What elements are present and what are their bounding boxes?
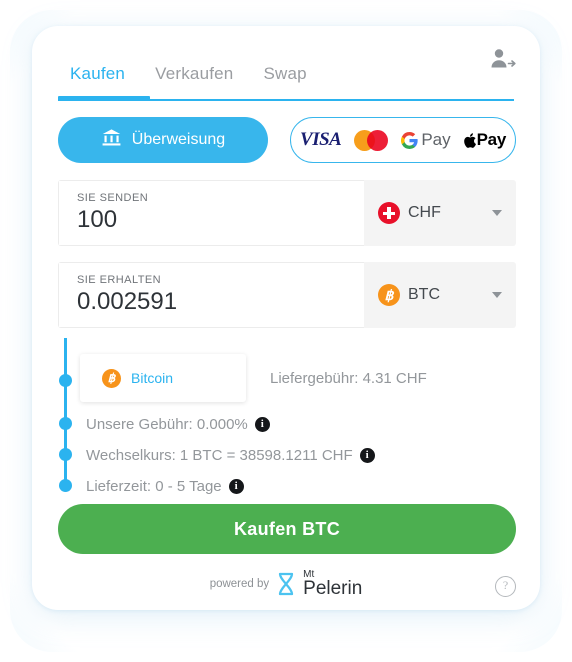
apple-pay-label: Pay	[476, 130, 507, 149]
transaction-details: ฿ Bitcoin Liefergebühr: 4.31 CHF Unsere …	[58, 338, 516, 495]
receive-amount-value[interactable]: 0.002591	[77, 288, 364, 316]
timeline-dot	[59, 374, 72, 387]
delivery-time-row: Lieferzeit: 0 - 5 Tage i	[86, 478, 244, 495]
payment-method-cards[interactable]: VISA Pay Pay	[290, 117, 516, 163]
bank-transfer-label: Überweisung	[131, 131, 226, 148]
timeline-dot	[59, 448, 72, 461]
payment-method-row: Überweisung VISA Pay Pay	[58, 116, 516, 164]
bank-icon	[101, 128, 122, 152]
receive-amount-label: SIE ERHALTEN	[77, 274, 162, 286]
bitcoin-icon: ฿	[378, 284, 400, 306]
chevron-down-icon[interactable]	[492, 292, 502, 298]
asset-network-label: Bitcoin	[131, 370, 174, 386]
bitcoin-icon: ฿	[102, 368, 121, 388]
powered-by-label: powered by	[209, 578, 270, 590]
info-icon[interactable]: i	[254, 417, 270, 432]
receive-amount-field: SIE ERHALTEN 0.002591 ฿ BTC	[58, 262, 516, 328]
mastercard-icon	[354, 129, 389, 151]
swiss-flag-icon	[378, 202, 400, 224]
tab-verkaufen[interactable]: Verkaufen	[143, 64, 245, 94]
send-currency-label: CHF	[408, 204, 441, 221]
help-icon[interactable]: ?	[495, 576, 516, 597]
send-amount-value[interactable]: 100	[77, 206, 364, 234]
google-pay-label: Pay	[421, 130, 451, 149]
our-fee-row: Unsere Gebühr: 0.000% i	[86, 416, 270, 433]
timeline-dot	[59, 417, 72, 430]
mt-pelerin-logo-icon	[276, 571, 296, 597]
apple-pay-icon: Pay	[463, 130, 507, 150]
asset-and-fee-row: ฿ Bitcoin Liefergebühr: 4.31 CHF	[80, 352, 516, 404]
exchange-rate-text: Wechselkurs: 1 BTC = 38598.1211 CHF	[86, 447, 353, 464]
info-icon[interactable]: i	[359, 448, 375, 463]
tab-swap[interactable]: Swap	[251, 64, 318, 94]
receive-currency-selector[interactable]: ฿ BTC	[364, 262, 516, 328]
asset-network-selector[interactable]: ฿ Bitcoin	[80, 354, 246, 402]
send-amount-input-wrap[interactable]: SIE SENDEN 100	[58, 180, 364, 246]
send-amount-field: SIE SENDEN 100 CHF	[58, 180, 516, 246]
info-icon[interactable]: i	[228, 479, 244, 494]
send-currency-selector[interactable]: CHF	[364, 180, 516, 246]
mt-pelerin-wordmark: Mt Pelerin	[303, 570, 363, 599]
timeline-dot	[59, 479, 72, 492]
footer: powered by Mt Pelerin ?	[32, 566, 540, 606]
exchange-widget-card: Kaufen Verkaufen Swap Überweisung VISA P…	[32, 26, 540, 610]
send-amount-label: SIE SENDEN	[77, 192, 149, 204]
powered-by-block: powered by Mt Pelerin	[32, 570, 540, 599]
tab-kaufen[interactable]: Kaufen	[58, 64, 137, 94]
buy-button[interactable]: Kaufen BTC	[58, 504, 516, 554]
receive-currency-label: BTC	[408, 286, 440, 303]
brand-bottom-label: Pelerin	[303, 578, 363, 599]
exchange-rate-row: Wechselkurs: 1 BTC = 38598.1211 CHF i	[86, 447, 375, 464]
payment-method-bank-transfer[interactable]: Überweisung	[58, 117, 268, 163]
delivery-time-text: Lieferzeit: 0 - 5 Tage	[86, 478, 222, 495]
timeline-line	[64, 338, 67, 486]
visa-icon: VISA	[300, 129, 342, 150]
tab-active-indicator	[58, 96, 150, 101]
chevron-down-icon[interactable]	[492, 210, 502, 216]
receive-amount-input-wrap[interactable]: SIE ERHALTEN 0.002591	[58, 262, 364, 328]
delivery-fee-text: Liefergebühr: 4.31 CHF	[270, 369, 427, 387]
our-fee-text: Unsere Gebühr: 0.000%	[86, 416, 248, 433]
google-pay-icon: Pay	[401, 130, 451, 150]
